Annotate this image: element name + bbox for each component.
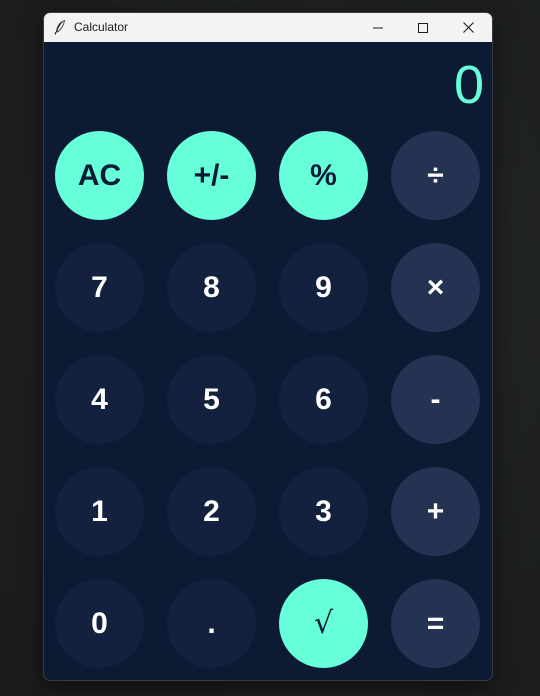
digit-9-button[interactable]: 9 [279,243,368,332]
equals-button[interactable]: = [391,579,480,668]
digit-7-button[interactable]: 7 [55,243,144,332]
subtract-button[interactable]: - [391,355,480,444]
digit-2-button[interactable]: 2 [167,467,256,556]
digit-5-button[interactable]: 5 [167,355,256,444]
multiply-button[interactable]: × [391,243,480,332]
digit-0-button[interactable]: 0 [55,579,144,668]
digit-4-button[interactable]: 4 [55,355,144,444]
percent-button[interactable]: % [279,131,368,220]
digit-1-button[interactable]: 1 [55,467,144,556]
digit-3-button[interactable]: 3 [279,467,368,556]
digit-6-button[interactable]: 6 [279,355,368,444]
plus-minus-button[interactable]: +/- [167,131,256,220]
all-clear-button[interactable]: AC [55,131,144,220]
calculator-window: Calculator 0 AC +/- % ÷ 7 8 9 × 4 5 6 - … [43,12,493,681]
square-root-button[interactable]: √ [279,579,368,668]
keypad: AC +/- % ÷ 7 8 9 × 4 5 6 - 1 2 3 + 0 . √… [44,13,492,680]
divide-button[interactable]: ÷ [391,131,480,220]
add-button[interactable]: + [391,467,480,556]
digit-8-button[interactable]: 8 [167,243,256,332]
decimal-button[interactable]: . [167,579,256,668]
